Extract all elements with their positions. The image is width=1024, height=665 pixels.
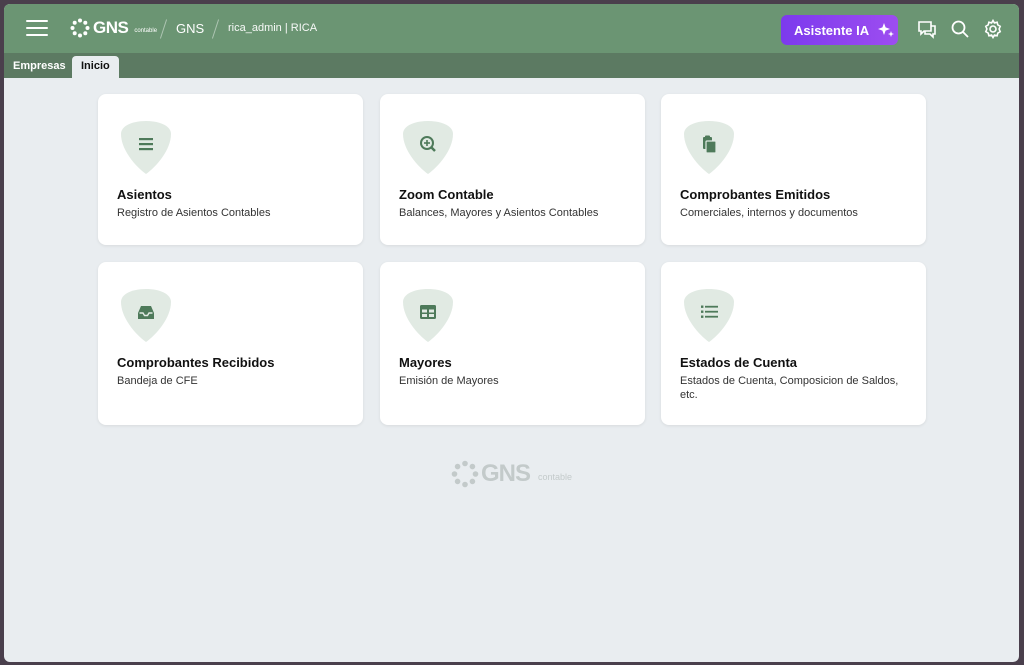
tab-inicio[interactable]: Inicio (72, 56, 119, 78)
inbox-icon (121, 289, 171, 342)
breadcrumb-separator (159, 19, 168, 39)
breadcrumb-user[interactable]: rica_admin | RICA (228, 22, 317, 34)
gns-logo-icon (70, 18, 90, 38)
card-title: Zoom Contable (399, 187, 494, 202)
app-window: GNS contable GNS rica_admin | RICA Asist… (4, 4, 1019, 662)
clipboard-icon (684, 121, 734, 174)
settings-gear-icon[interactable] (983, 19, 1003, 39)
card-zoom-contable[interactable]: Zoom Contable Balances, Mayores y Asient… (380, 94, 645, 245)
card-title: Mayores (399, 355, 452, 370)
ai-assistant-label: Asistente IA (794, 22, 870, 38)
sparkle-icon (878, 23, 895, 37)
card-description: Bandeja de CFE (117, 375, 198, 387)
footer-logo-text: GNS (481, 460, 531, 487)
card-title: Comprobantes Recibidos (117, 355, 275, 370)
tab-strip: Empresas Inicio (4, 53, 1019, 78)
menu-icon[interactable] (26, 20, 48, 38)
tab-empresas[interactable]: Empresas (4, 56, 75, 78)
card-description: Estados de Cuenta, Composicion de Saldos… (680, 375, 899, 401)
ai-assistant-button[interactable]: Asistente IA (781, 15, 898, 45)
card-description: Registro de Asientos Contables (117, 207, 271, 219)
logo-subtext: contable (134, 28, 158, 34)
list-icon (121, 121, 171, 174)
card-description: Emisión de Mayores (399, 375, 499, 387)
card-asientos[interactable]: Asientos Registro de Asientos Contables (98, 94, 363, 245)
search-icon[interactable] (950, 19, 970, 39)
chat-icon[interactable] (917, 19, 937, 39)
card-mayores[interactable]: Mayores Emisión de Mayores (380, 262, 645, 425)
card-description: Comerciales, internos y documentos (680, 207, 858, 219)
card-description: Balances, Mayores y Asientos Contables (399, 207, 599, 219)
card-comprobantes-emitidos[interactable]: Comprobantes Emitidos Comerciales, inter… (661, 94, 926, 245)
card-estados-de-cuenta[interactable]: Estados de Cuenta Estados de Cuenta, Com… (661, 262, 926, 425)
footer-logo-subtext: contable (538, 472, 573, 482)
zoom-in-icon (403, 121, 453, 174)
breadcrumb-separator (211, 19, 220, 39)
top-bar: GNS contable GNS rica_admin | RICA Asist… (4, 4, 1019, 53)
card-title: Comprobantes Emitidos (680, 187, 831, 202)
card-title: Estados de Cuenta (680, 355, 798, 370)
logo-text: GNS (93, 18, 129, 37)
card-comprobantes-recibidos[interactable]: Comprobantes Recibidos Bandeja de CFE (98, 262, 363, 425)
breadcrumb-company[interactable]: GNS (176, 21, 204, 36)
card-title: Asientos (117, 187, 172, 202)
logo[interactable]: GNS contable (70, 18, 157, 38)
footer-logo: GNS contable (451, 460, 572, 488)
gns-logo-icon (451, 460, 479, 488)
table-icon (403, 289, 453, 342)
bullet-list-icon (684, 289, 734, 342)
